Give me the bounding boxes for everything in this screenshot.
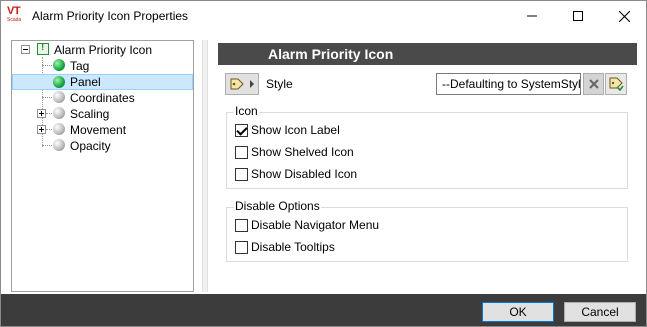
vtscada-logo-icon: VT Scada [7, 5, 25, 25]
gray-ball-icon [53, 107, 65, 119]
alarm-priority-root-icon [37, 42, 49, 55]
style-dropdown-button[interactable] [225, 73, 259, 95]
tree-item-tag[interactable]: Tag [12, 58, 193, 74]
checkbox-label: Disable Navigator Menu [251, 218, 380, 232]
tag-browse-icon [609, 77, 624, 92]
logo-subtext: Scada [7, 17, 22, 23]
green-ball-icon [53, 59, 65, 71]
tree-item-label: Opacity [70, 139, 111, 153]
clear-x-icon [588, 79, 599, 89]
show-shelved-icon-checkbox[interactable]: Show Shelved Icon [235, 144, 354, 160]
checkbox-box[interactable] [235, 145, 248, 159]
collapse-toggle-icon[interactable] [21, 45, 30, 54]
tree-item-label: Tag [70, 59, 90, 73]
tree-item-label: Scaling [70, 107, 110, 121]
expand-toggle-icon[interactable] [37, 125, 46, 134]
tree-item-label: Movement [70, 123, 127, 137]
icon-group-title: Icon [234, 104, 259, 118]
tree-item-alarm-priority-icon[interactable]: Alarm Priority Icon [12, 42, 193, 58]
close-icon [618, 10, 630, 22]
style-field[interactable]: --Defaulting to SystemStyle-- [436, 73, 581, 95]
window-title: Alarm Priority Icon Properties [32, 9, 189, 23]
panel-header-title: Alarm Priority Icon [268, 46, 394, 62]
checkbox-label: Show Shelved Icon [251, 145, 354, 159]
tree-item-opacity[interactable]: Opacity [12, 138, 193, 154]
checkbox-box[interactable] [235, 123, 248, 137]
gray-ball-icon [53, 91, 65, 103]
properties-dialog: VT Scada Alarm Priority Icon Properties … [0, 0, 647, 327]
disable-options-group-title: Disable Options [234, 199, 321, 213]
tag-icon [230, 78, 244, 90]
checkbox-label: Show Icon Label [251, 123, 340, 137]
cancel-button[interactable]: Cancel [564, 302, 636, 322]
tree-item-panel[interactable]: Panel [12, 74, 193, 90]
maximize-icon [573, 11, 583, 21]
checkbox-box[interactable] [235, 167, 248, 181]
style-label: Style [266, 77, 293, 91]
tree-item-coordinates[interactable]: Coordinates [12, 90, 193, 106]
show-icon-label-checkbox[interactable]: Show Icon Label [235, 122, 340, 138]
minimize-button[interactable] [509, 1, 555, 31]
checkbox-label: Disable Tooltips [251, 240, 335, 254]
disable-navigator-menu-checkbox[interactable]: Disable Navigator Menu [235, 217, 379, 233]
green-ball-icon [53, 76, 65, 88]
gray-ball-icon [53, 139, 65, 151]
tree-item-label: Panel [70, 75, 101, 89]
close-button[interactable] [601, 1, 647, 31]
logo-text: VT [7, 5, 21, 17]
chevron-right-icon [250, 80, 254, 88]
clear-style-button[interactable] [583, 73, 604, 95]
ok-button[interactable]: OK [482, 302, 554, 322]
select-style-button[interactable] [605, 73, 627, 95]
tree-item-label: Coordinates [70, 91, 135, 105]
tree-item-label: Alarm Priority Icon [54, 43, 153, 57]
checkbox-box[interactable] [235, 218, 248, 232]
panel-header: Alarm Priority Icon [218, 43, 637, 65]
disable-tooltips-checkbox[interactable]: Disable Tooltips [235, 239, 335, 255]
expand-toggle-icon[interactable] [37, 109, 46, 118]
property-tree[interactable]: Alarm Priority Icon Tag Panel Coordinate… [11, 40, 194, 292]
checkbox-label: Show Disabled Icon [251, 167, 358, 181]
maximize-button[interactable] [555, 1, 601, 31]
show-disabled-icon-checkbox[interactable]: Show Disabled Icon [235, 166, 357, 182]
panel-splitter[interactable] [202, 40, 208, 292]
title-bar[interactable]: VT Scada Alarm Priority Icon Properties [1, 1, 646, 32]
tree-item-movement[interactable]: Movement [12, 122, 193, 138]
minimize-icon [527, 15, 537, 17]
gray-ball-icon [53, 123, 65, 135]
tree-item-scaling[interactable]: Scaling [12, 106, 193, 122]
checkbox-box[interactable] [235, 240, 248, 254]
